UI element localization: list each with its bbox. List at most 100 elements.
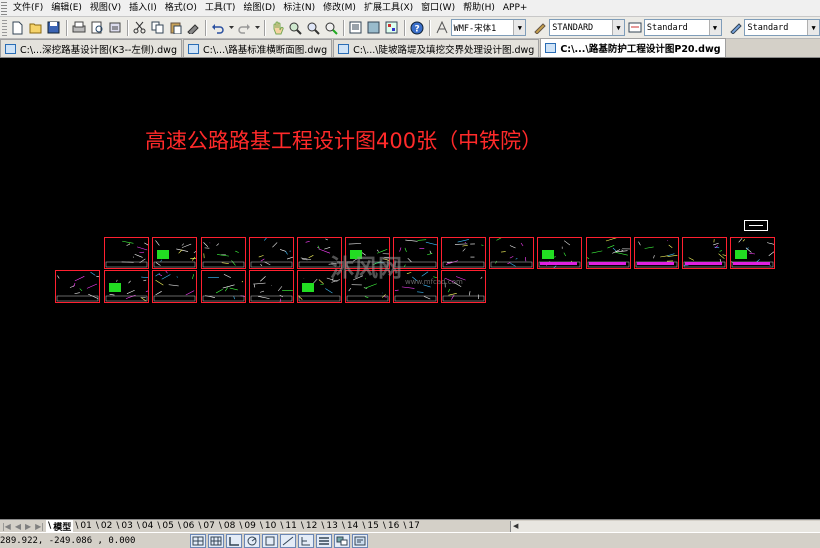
- layout-tab-model[interactable]: 模型: [46, 519, 74, 533]
- layout-tab[interactable]: 05: [155, 520, 176, 533]
- drawing-sheet[interactable]: [152, 270, 197, 303]
- layout-tab[interactable]: 13: [319, 520, 340, 533]
- publish-icon[interactable]: [107, 20, 123, 36]
- scroll-left-icon[interactable]: ◀: [513, 522, 518, 530]
- snap-icon[interactable]: [190, 533, 206, 548]
- tab-steep-slope-embankment[interactable]: C:\...\陡坡路堤及填挖交界处理设计图.dwg: [333, 39, 540, 57]
- menu-extend-tools[interactable]: 扩展工具(X): [360, 0, 417, 17]
- drawing-sheet[interactable]: [634, 237, 679, 269]
- drawing-sheet[interactable]: [152, 237, 197, 269]
- menu-modify[interactable]: 修改(M): [319, 0, 360, 17]
- new-file-icon[interactable]: [10, 20, 26, 36]
- prev-layout-icon[interactable]: ◀: [15, 522, 21, 531]
- ortho-icon[interactable]: [226, 533, 242, 548]
- chevron-down-icon[interactable]: ▼: [513, 20, 526, 35]
- drawing-sheet[interactable]: [249, 270, 294, 303]
- drawing-sheet[interactable]: [489, 237, 534, 269]
- print-icon[interactable]: [71, 20, 87, 36]
- ducs-icon[interactable]: [298, 533, 314, 548]
- text-style-manager-icon[interactable]: [532, 20, 548, 36]
- tool-palettes-icon[interactable]: [384, 20, 400, 36]
- layout-tab[interactable]: 06: [176, 520, 197, 533]
- layout-tab[interactable]: 07: [196, 520, 217, 533]
- drawing-sheet[interactable]: [104, 237, 149, 269]
- layout-tab[interactable]: 01: [73, 520, 94, 533]
- layout-tab[interactable]: 03: [114, 520, 135, 533]
- first-layout-icon[interactable]: |◀: [2, 522, 11, 531]
- layout-tab[interactable]: 16: [381, 520, 402, 533]
- undo-icon[interactable]: [210, 20, 226, 36]
- menu-insert[interactable]: 插入(I): [125, 0, 161, 17]
- layout-tab[interactable]: 04: [135, 520, 156, 533]
- drawing-sheet[interactable]: [201, 237, 246, 269]
- menu-tools[interactable]: 工具(T): [201, 0, 240, 17]
- design-center-icon[interactable]: [366, 20, 382, 36]
- menu-help[interactable]: 帮助(H): [459, 0, 499, 17]
- drawing-sheet[interactable]: [441, 237, 486, 269]
- last-layout-icon[interactable]: ▶|: [35, 522, 44, 531]
- drawing-sheet[interactable]: [104, 270, 149, 303]
- text-style-icon[interactable]: [434, 20, 450, 36]
- print-preview-icon[interactable]: [89, 20, 105, 36]
- tab-subgrade-protection[interactable]: C:\...\路基防护工程设计图P20.dwg: [540, 38, 726, 57]
- osnap-icon[interactable]: [262, 533, 278, 548]
- chevron-down-icon[interactable]: ▼: [611, 20, 624, 35]
- cut-icon[interactable]: [132, 20, 148, 36]
- layout-tab[interactable]: 08: [217, 520, 238, 533]
- horizontal-scrollbar[interactable]: ◀: [510, 521, 820, 532]
- table-style-icon[interactable]: [728, 20, 744, 36]
- layout-tab[interactable]: 15: [360, 520, 381, 533]
- lineweight-icon[interactable]: [316, 533, 332, 548]
- properties-icon[interactable]: [348, 20, 364, 36]
- layout-tab[interactable]: 14: [340, 520, 361, 533]
- menu-dimension[interactable]: 标注(N): [279, 0, 319, 17]
- menu-file[interactable]: 文件(F): [9, 0, 47, 17]
- menu-app-plus[interactable]: APP+: [499, 0, 532, 17]
- layout-tab[interactable]: 17: [401, 520, 422, 533]
- help-icon[interactable]: ?: [409, 20, 425, 36]
- menu-view[interactable]: 视图(V): [86, 0, 125, 17]
- menu-draw[interactable]: 绘图(D): [239, 0, 279, 17]
- layout-tab[interactable]: 10: [258, 520, 279, 533]
- copy-icon[interactable]: [150, 20, 166, 36]
- drawing-sheet[interactable]: [55, 270, 100, 303]
- font-combo[interactable]: WMF-宋体1 ▼: [450, 19, 527, 36]
- drawing-sheet[interactable]: [682, 237, 727, 269]
- menu-window[interactable]: 窗口(W): [417, 0, 459, 17]
- redo-icon[interactable]: [236, 20, 252, 36]
- pan-hand-icon[interactable]: [269, 20, 285, 36]
- drawing-sheet[interactable]: [730, 237, 775, 269]
- tpy-icon[interactable]: [334, 533, 350, 548]
- otrack-icon[interactable]: [280, 533, 296, 548]
- zoom-previous-icon[interactable]: [323, 20, 339, 36]
- chevron-down-icon[interactable]: ▼: [708, 20, 721, 35]
- undo-dropdown-icon[interactable]: [228, 20, 234, 36]
- tab-standard-cross-section[interactable]: C:\...\路基标准横断面图.dwg: [183, 39, 333, 57]
- text-style-combo[interactable]: STANDARD ▼: [549, 19, 625, 36]
- menu-edit[interactable]: 编辑(E): [47, 0, 86, 17]
- zoom-realtime-icon[interactable]: [287, 20, 303, 36]
- grid-icon[interactable]: [208, 533, 224, 548]
- match-properties-icon[interactable]: [185, 20, 201, 36]
- drawing-canvas[interactable]: 高速公路路基工程设计图400张（中铁院） 沐风网 www.mfcad.com: [0, 58, 820, 519]
- layout-tab[interactable]: 09: [237, 520, 258, 533]
- paste-icon[interactable]: [167, 20, 183, 36]
- dim-style-combo[interactable]: Standard ▼: [643, 19, 722, 36]
- layout-tab[interactable]: 12: [299, 520, 320, 533]
- layout-tab[interactable]: 02: [94, 520, 115, 533]
- table-style-combo[interactable]: Standard ▼: [744, 19, 820, 36]
- save-icon[interactable]: [46, 20, 62, 36]
- quick-props-icon[interactable]: [352, 533, 368, 548]
- layout-tab[interactable]: 11: [278, 520, 299, 533]
- tab-deep-cut-subgrade[interactable]: C:\...深挖路基设计图(K3--左侧).dwg: [0, 39, 182, 57]
- redo-dropdown-icon[interactable]: [254, 20, 260, 36]
- dim-style-icon[interactable]: [627, 20, 643, 36]
- next-layout-icon[interactable]: ▶: [25, 522, 31, 531]
- zoom-window-icon[interactable]: [305, 20, 321, 36]
- chevron-down-icon[interactable]: ▼: [807, 20, 820, 35]
- polar-icon[interactable]: [244, 533, 260, 548]
- drawing-sheet[interactable]: [441, 270, 486, 303]
- menu-format[interactable]: 格式(O): [161, 0, 201, 17]
- drawing-sheet[interactable]: [201, 270, 246, 303]
- drawing-sheet[interactable]: [537, 237, 582, 269]
